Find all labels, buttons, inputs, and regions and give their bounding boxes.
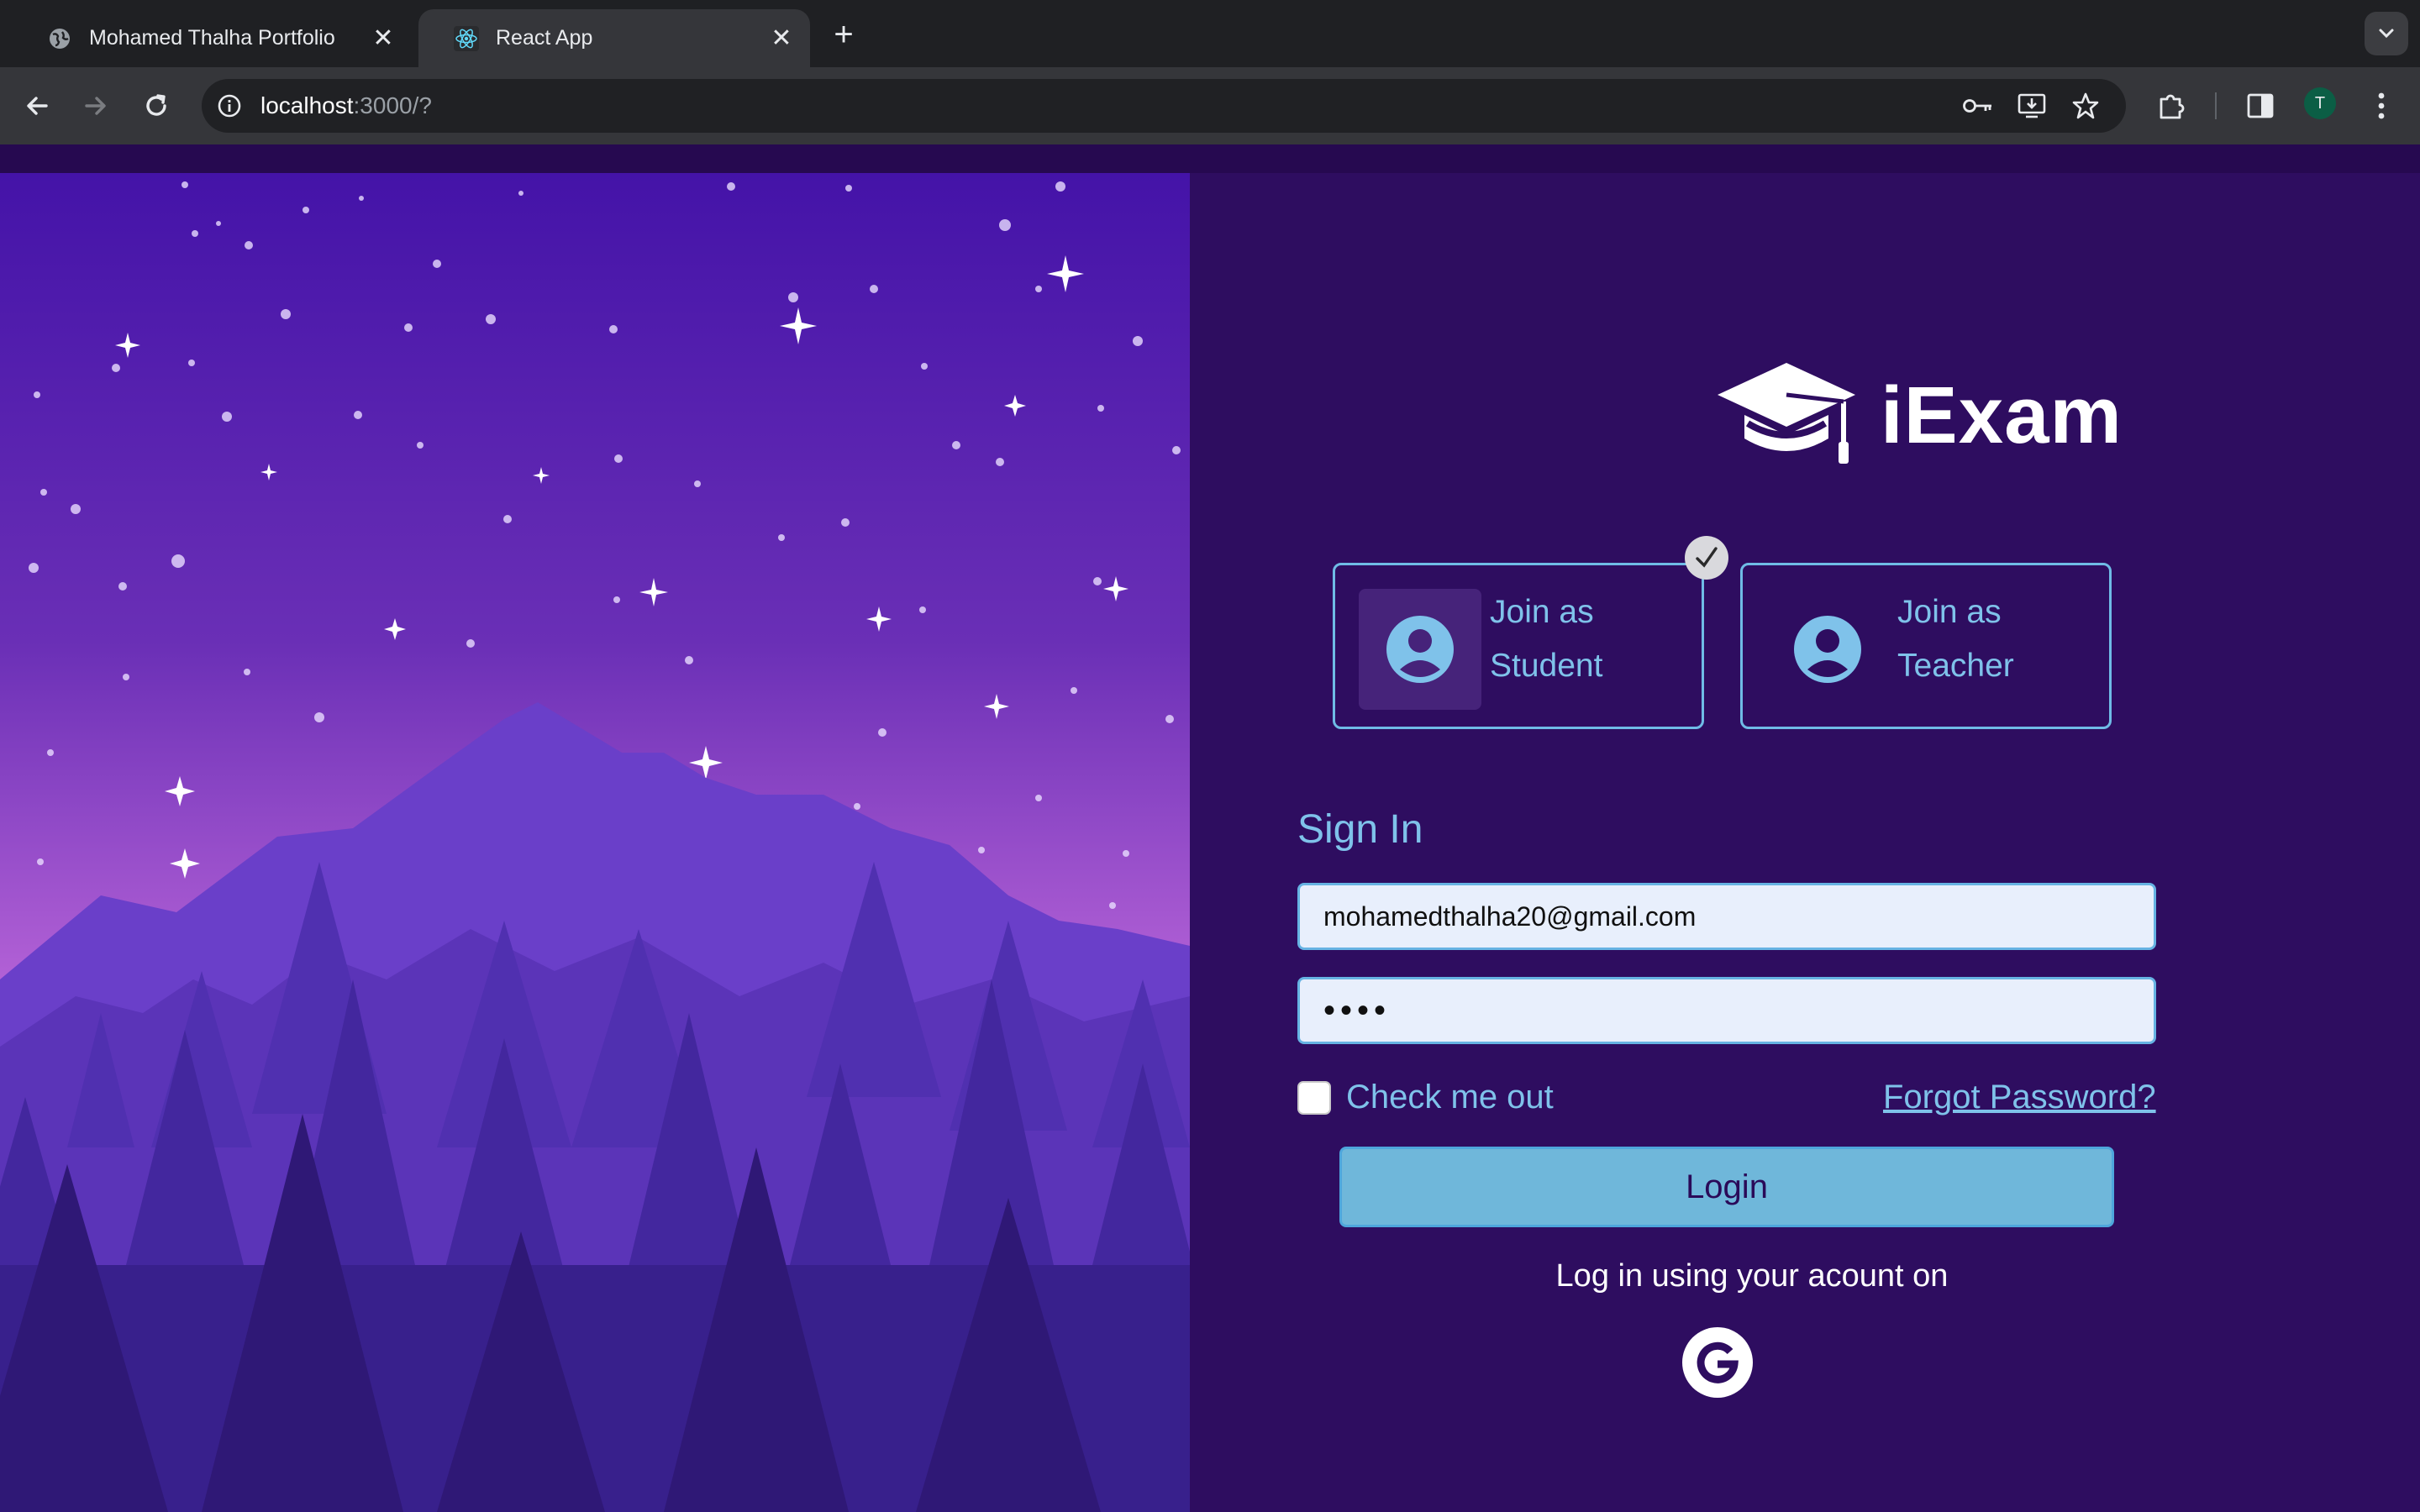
brand-logo: iExam	[1714, 353, 2168, 479]
bookmark-star-icon[interactable]	[2064, 84, 2107, 128]
join-as-student-button[interactable]: Join as Student	[1333, 563, 1704, 729]
remember-label[interactable]: Check me out	[1346, 1079, 1554, 1116]
tab-react-app[interactable]: React App ✕	[418, 9, 810, 67]
url-text: localhost:3000/?	[260, 92, 432, 118]
side-panel-button[interactable]	[2238, 84, 2282, 128]
globe-icon	[47, 26, 72, 51]
tab-portfolio[interactable]: Mohamed Thalha Portfolio ✕	[12, 9, 412, 67]
brand-name: iExam	[1881, 370, 2123, 460]
teacher-label: Join as Teacher	[1897, 594, 2014, 684]
extensions-button[interactable]	[2149, 84, 2193, 128]
password-field[interactable]: ••••	[1297, 977, 2156, 1044]
close-tab-icon[interactable]: ✕	[765, 22, 798, 55]
google-icon	[1697, 1341, 1739, 1383]
page-top-strip	[0, 144, 2420, 173]
tab-title: Mohamed Thalha Portfolio	[89, 26, 335, 50]
google-login-button[interactable]	[1682, 1327, 1753, 1398]
site-info-icon[interactable]	[213, 90, 245, 122]
student-icon-box	[1359, 589, 1481, 710]
email-field[interactable]: mohamedthalha20@gmail.com	[1297, 883, 2156, 950]
back-button[interactable]	[15, 84, 59, 128]
arrow-right-icon	[85, 97, 106, 115]
arrow-left-icon	[27, 97, 48, 115]
sign-in-heading: Sign In	[1297, 807, 1423, 852]
user-avatar-icon	[1794, 616, 1861, 683]
browser-tab-strip: Mohamed Thalha Portfolio ✕ React App ✕ +	[0, 0, 2420, 67]
student-label: Join as Student	[1490, 594, 1603, 684]
forward-button[interactable]	[74, 84, 118, 128]
forgot-password-link[interactable]: Forgot Password?	[1883, 1079, 2156, 1116]
teacher-icon-box	[1766, 589, 1889, 710]
profile-avatar[interactable]: T	[2304, 87, 2336, 119]
graduation-cap-icon	[1714, 358, 1859, 475]
reload-button[interactable]	[134, 84, 178, 128]
new-tab-button[interactable]: +	[823, 14, 864, 55]
tab-search-button[interactable]	[2365, 12, 2408, 55]
join-as-teacher-button[interactable]: Join as Teacher	[1740, 563, 2112, 729]
selected-check-icon	[1685, 536, 1728, 580]
address-bar[interactable]: localhost:3000/?	[202, 79, 2126, 133]
tab-title: React App	[496, 26, 593, 50]
side-panel-icon	[2247, 93, 2274, 118]
close-tab-icon[interactable]: ✕	[366, 22, 400, 55]
browser-toolbar: localhost:3000/?	[0, 67, 2420, 144]
browser-menu-button[interactable]	[2360, 84, 2403, 128]
hero-illustration	[0, 173, 1190, 1512]
password-key-icon[interactable]	[1956, 84, 2000, 128]
remember-row: Check me out	[1297, 1079, 1554, 1116]
reload-icon	[146, 94, 166, 116]
kebab-menu-icon	[2378, 92, 2385, 119]
chevron-down-icon	[2379, 29, 2394, 39]
remember-checkbox[interactable]	[1297, 1080, 1331, 1115]
toolbar-divider	[2215, 92, 2217, 119]
login-button[interactable]: Login	[1339, 1147, 2114, 1227]
react-icon	[454, 25, 479, 51]
install-app-icon[interactable]	[2010, 84, 2054, 128]
alt-login-text: Log in using your acount on	[1555, 1258, 1949, 1294]
user-avatar-icon	[1386, 616, 1454, 683]
puzzle-icon	[2160, 94, 2185, 119]
